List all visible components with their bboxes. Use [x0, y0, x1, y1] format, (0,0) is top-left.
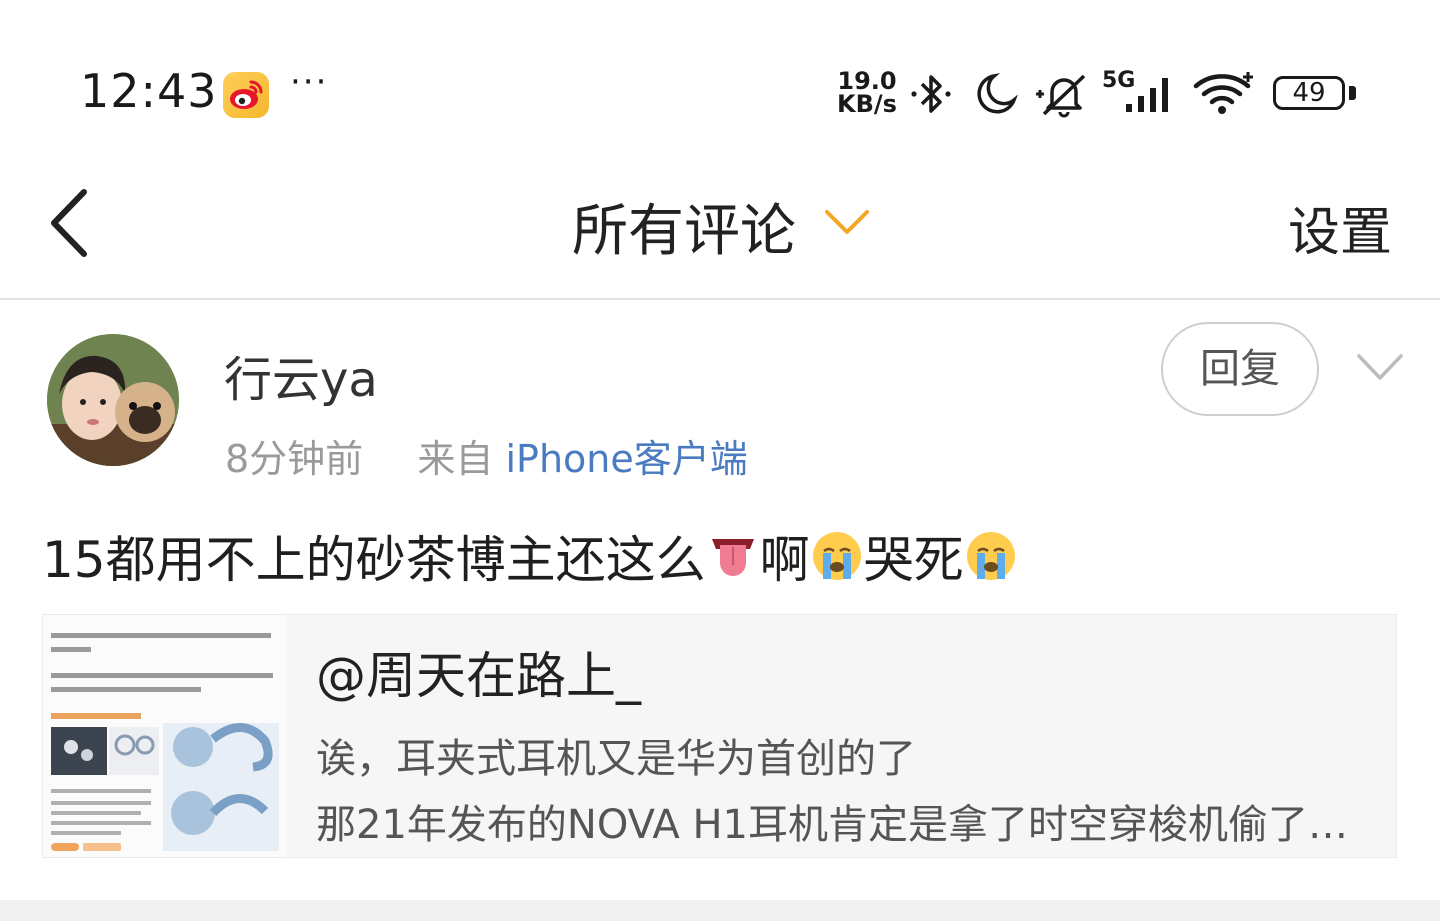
- bluetooth-icon: [911, 75, 951, 113]
- page-title[interactable]: 所有评论: [572, 186, 796, 267]
- crying-emoji-icon: [812, 532, 861, 580]
- signal-icon: [1126, 78, 1168, 112]
- comment-text-part2: 啊: [759, 531, 810, 589]
- quoted-post-line1: 诶，耳夹式耳机又是华为首创的了: [316, 736, 916, 782]
- mute-bell-icon: [1036, 74, 1086, 118]
- comment-username[interactable]: 行云ya: [224, 340, 378, 410]
- status-time: 12:43: [80, 64, 218, 118]
- comment-text: 15都用不上的砂茶博主还这么 啊 哭死: [42, 520, 1018, 592]
- nav-divider: [0, 298, 1440, 300]
- comment-time: 8分钟前: [225, 437, 364, 481]
- avatar[interactable]: [47, 334, 179, 466]
- comment-text-part1: 15都用不上的砂茶博主还这么: [42, 531, 706, 589]
- quoted-post-author[interactable]: @周天在路上_: [316, 636, 641, 708]
- quoted-post-line2: 那21年发布的NOVA H1耳机肯定是拿了时空穿梭机偷了…: [316, 802, 1349, 848]
- comment-text-part3: 哭死: [863, 531, 964, 589]
- comment-meta: 8分钟前 来自 iPhone客户端: [225, 428, 748, 483]
- quoted-post-thumbnail[interactable]: [43, 615, 286, 857]
- expand-chevron-icon[interactable]: [1354, 350, 1406, 384]
- more-notifications-icon: ···: [290, 62, 329, 102]
- battery-tip: [1349, 86, 1356, 100]
- reply-button[interactable]: 回复: [1161, 322, 1319, 416]
- chevron-down-icon[interactable]: [822, 204, 872, 240]
- back-arrow-icon[interactable]: [44, 186, 94, 260]
- wifi-icon: [1193, 72, 1253, 114]
- battery-icon: 49: [1273, 76, 1345, 110]
- weibo-app-icon: [223, 72, 269, 118]
- net-speed: 19.0 KB/s: [832, 69, 902, 118]
- tongue-emoji-icon: [711, 539, 754, 576]
- crying-emoji-icon: [966, 532, 1015, 580]
- comment-source-link[interactable]: iPhone客户端: [505, 437, 747, 481]
- bottom-separator: [0, 900, 1440, 921]
- comment-source-prefix: 来自: [417, 437, 494, 481]
- net-speed-unit: KB/s: [837, 90, 897, 118]
- do-not-disturb-moon-icon: [977, 73, 1018, 114]
- settings-button[interactable]: 设置: [1288, 190, 1392, 265]
